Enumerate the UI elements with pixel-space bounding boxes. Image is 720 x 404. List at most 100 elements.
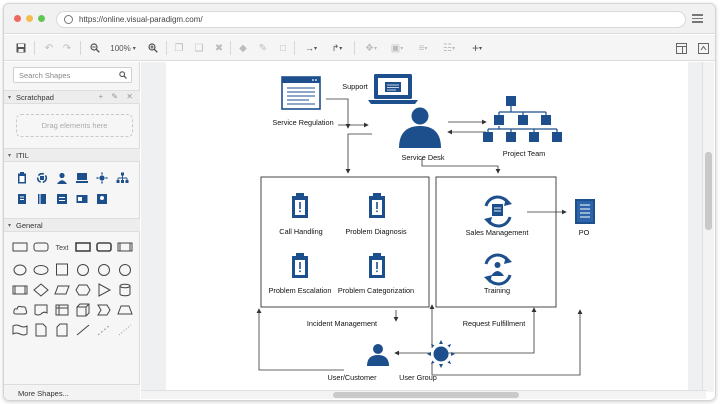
hamburger-menu-icon[interactable]	[692, 14, 703, 23]
itil-hierarchy-shape[interactable]	[114, 171, 130, 185]
save-icon[interactable]	[14, 40, 28, 56]
text-shape[interactable]: Text	[54, 240, 70, 254]
more-shapes-button[interactable]: More Shapes...	[4, 384, 140, 400]
square-shape[interactable]	[54, 263, 70, 277]
laptop-icon[interactable]	[368, 74, 418, 104]
vertical-scrollbar[interactable]	[702, 62, 714, 392]
itil-section-header[interactable]: ▾ ITIL	[4, 148, 140, 162]
internal-storage-shape[interactable]	[54, 303, 70, 317]
line-shape[interactable]	[75, 323, 91, 337]
format-panel-icon[interactable]	[674, 40, 688, 56]
horizontal-scroll-thumb[interactable]	[333, 392, 519, 398]
distribute-icon[interactable]: ☷ ▾	[438, 40, 460, 56]
maximize-window-dot[interactable]	[38, 15, 45, 22]
itil-clipboard-shape[interactable]	[14, 171, 30, 185]
problem-diagnosis-clipboard-icon[interactable]	[369, 193, 385, 218]
cloud-shape[interactable]	[12, 303, 28, 317]
ellipse-shape[interactable]	[12, 263, 28, 277]
address-bar[interactable]: https://online.visual-paradigm.com/	[56, 11, 686, 28]
process-shape[interactable]	[117, 240, 133, 254]
problem-categorization-clipboard-icon[interactable]	[369, 253, 385, 278]
training-cycle-icon[interactable]	[484, 253, 512, 286]
search-placeholder: Search Shapes	[19, 71, 71, 80]
circle-shape[interactable]	[117, 263, 133, 277]
cube-shape[interactable]	[75, 303, 91, 317]
fullscreen-icon[interactable]	[696, 40, 710, 56]
tape-shape[interactable]	[12, 323, 28, 337]
dashed-line-shape[interactable]	[96, 323, 112, 337]
redo-icon[interactable]: ↷	[60, 40, 74, 56]
itil-gear-shape[interactable]	[94, 171, 110, 185]
diagram-svg: Support Service Regulation Service Desk …	[256, 74, 595, 382]
diagram-canvas[interactable]: Support Service Regulation Service Desk …	[141, 62, 706, 392]
scratchpad-actions[interactable]: + ✎ ✕	[98, 92, 136, 101]
waypoint-style-icon[interactable]: ↱ ▾	[326, 40, 348, 56]
itil-document-shape[interactable]	[14, 192, 30, 206]
minimize-window-dot[interactable]	[26, 15, 33, 22]
zoom-in-icon[interactable]	[146, 40, 160, 56]
delete-icon[interactable]: ✖	[212, 40, 226, 56]
service-desk-person-icon[interactable]	[399, 107, 441, 149]
po-book-icon[interactable]	[575, 199, 595, 224]
heading-shape[interactable]	[96, 240, 112, 254]
arrange-back-icon[interactable]: ▣ ▾	[386, 40, 408, 56]
insert-plus-icon[interactable]: + ▾	[466, 40, 488, 56]
itil-form-shape[interactable]	[54, 192, 70, 206]
general-section-header[interactable]: ▾ General	[4, 218, 140, 232]
document-shape[interactable]	[33, 303, 49, 317]
parallelogram-shape[interactable]	[54, 283, 70, 297]
call-handling-clipboard-icon[interactable]	[292, 193, 308, 218]
itil-cycle-shape[interactable]	[34, 171, 50, 185]
sales-management-cycle-icon[interactable]	[484, 195, 512, 228]
itil-book-shape[interactable]	[34, 192, 50, 206]
arrange-front-icon[interactable]: ❖ ▾	[360, 40, 382, 56]
textbox-shape[interactable]	[75, 240, 91, 254]
oval-shape[interactable]	[33, 263, 49, 277]
rectangle-shape[interactable]	[12, 240, 28, 254]
service-regulation-window-icon[interactable]	[281, 76, 321, 110]
diagram-page[interactable]: Support Service Regulation Service Desk …	[166, 62, 688, 392]
dotted-line-shape[interactable]	[117, 323, 133, 337]
connector-desk-incident[interactable]	[345, 133, 372, 174]
diamond-shape[interactable]	[33, 283, 49, 297]
search-shapes-input[interactable]: Search Shapes	[13, 67, 132, 83]
fill-color-icon[interactable]: ◆	[236, 40, 250, 56]
line-color-icon[interactable]: ✎	[256, 40, 270, 56]
itil-person-shape[interactable]	[54, 171, 70, 185]
paste-icon[interactable]: ❑	[192, 40, 206, 56]
process-shape[interactable]	[12, 283, 28, 297]
connector-style-icon[interactable]: → ▾	[300, 40, 322, 56]
circle-shape[interactable]	[96, 263, 112, 277]
cylinder-shape[interactable]	[117, 283, 133, 297]
user-group-icon[interactable]	[427, 340, 455, 368]
hexagon-shape[interactable]	[75, 283, 91, 297]
note-shape[interactable]	[33, 323, 49, 337]
connector-usergroup-request[interactable]	[436, 307, 537, 354]
close-window-dot[interactable]	[14, 15, 21, 22]
zoom-out-icon[interactable]	[88, 40, 102, 56]
vertical-scroll-thumb[interactable]	[705, 152, 712, 230]
circle-shape[interactable]	[75, 263, 91, 277]
itil-card-shape[interactable]	[74, 192, 90, 206]
copy-icon[interactable]: ❐	[172, 40, 186, 56]
problem-escalation-clipboard-icon[interactable]	[292, 253, 308, 278]
triangle-shape[interactable]	[96, 283, 112, 297]
editor-toolbar: ↶ ↷ 100% ▾ ❐ ❑ ✖ ◆ ✎ □ → ▾ ↱ ▾ ❖ ▾ ▣ ▾ ≡ ▾ ☷ ▾ …	[4, 35, 715, 61]
user-customer-person-icon[interactable]	[367, 344, 389, 366]
itil-contact-shape[interactable]	[94, 192, 110, 206]
rounded-rect-shape[interactable]	[33, 240, 49, 254]
zoom-level-dropdown[interactable]: 100% ▾	[106, 40, 140, 56]
scratchpad-drop-zone[interactable]: Drag elements here	[16, 114, 133, 137]
itil-desk-shape[interactable]	[74, 171, 90, 185]
trapezoid-shape[interactable]	[117, 303, 133, 317]
horizontal-scrollbar[interactable]	[141, 390, 706, 399]
search-icon[interactable]	[119, 71, 127, 79]
scratchpad-section-header[interactable]: ▾ Scratchpad + ✎ ✕	[4, 90, 140, 104]
card-shape[interactable]	[54, 323, 70, 337]
shape-library-sidebar: Search Shapes ▾ Scratchpad + ✎ ✕ Drag el…	[4, 62, 140, 400]
project-team-hierarchy-icon[interactable]	[483, 96, 562, 142]
shadow-icon[interactable]: □	[276, 40, 290, 56]
step-shape[interactable]	[96, 303, 112, 317]
undo-icon[interactable]: ↶	[42, 40, 56, 56]
align-icon[interactable]: ≡ ▾	[412, 40, 434, 56]
